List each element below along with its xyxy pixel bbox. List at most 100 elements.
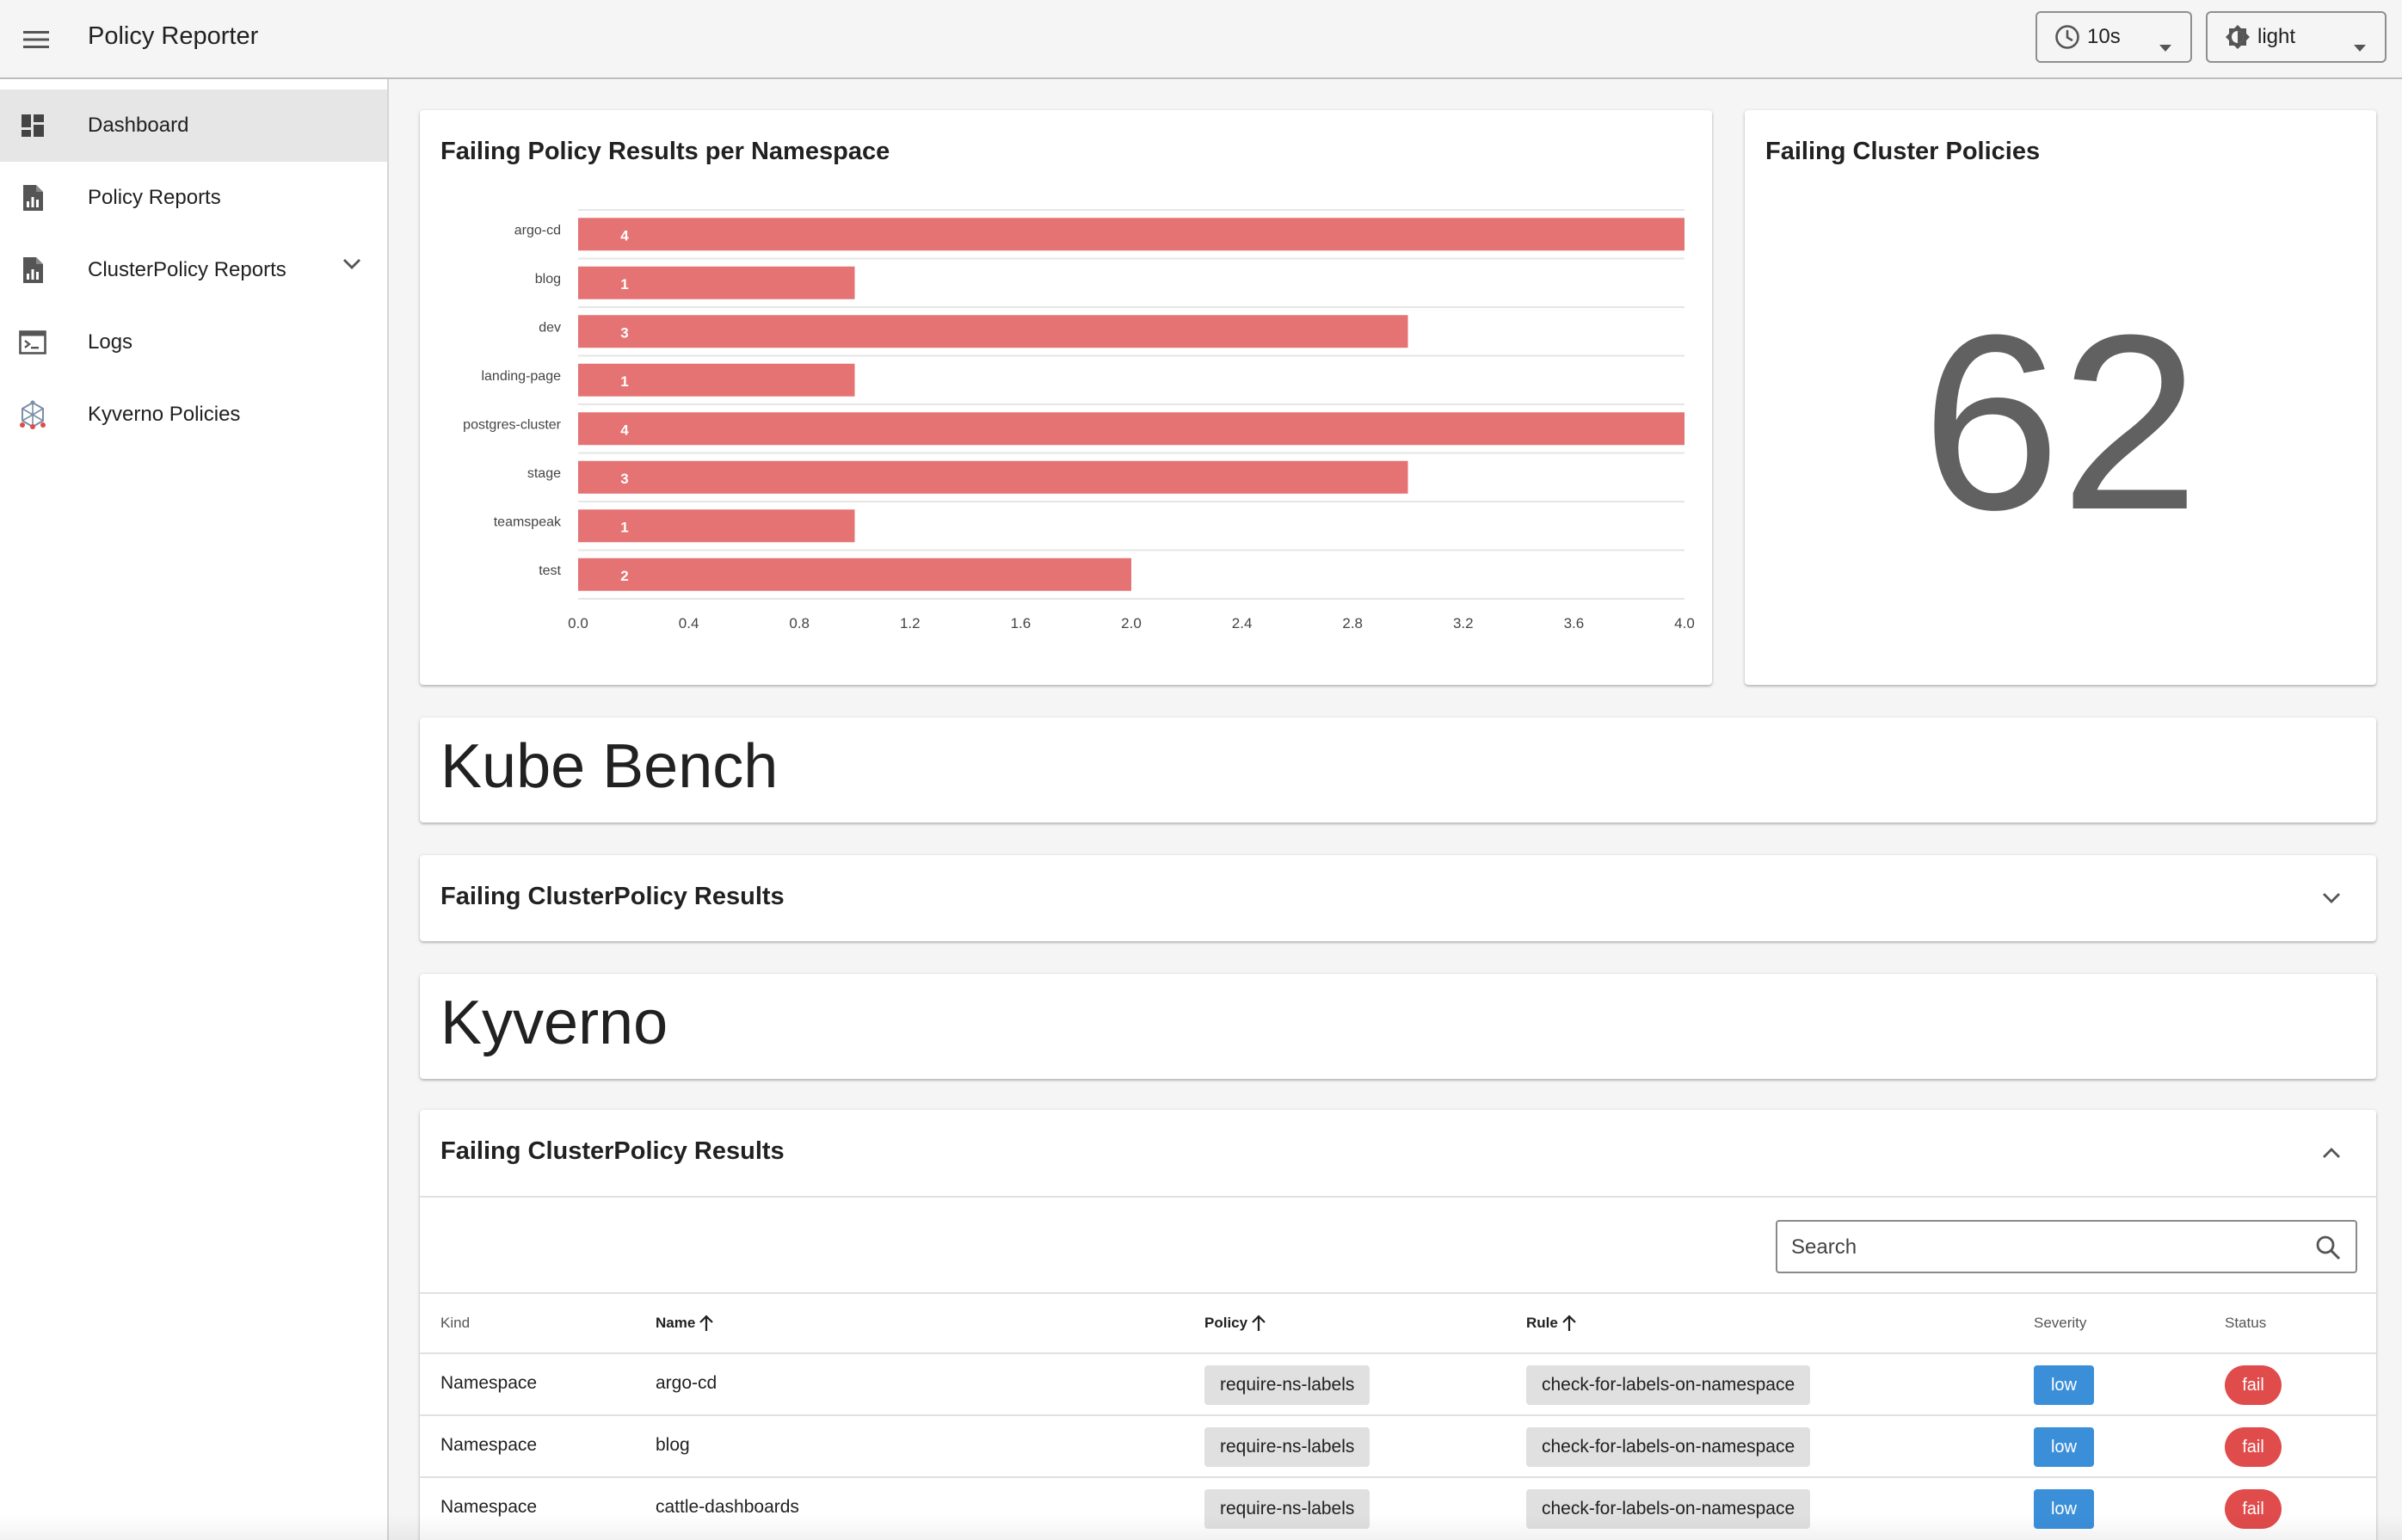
sidebar-item-policy-reports[interactable]: Policy Reports [0, 162, 387, 234]
table-row[interactable]: Namespace argo-cd require-ns-labels chec… [420, 1354, 2376, 1416]
chart-category-label: postgres-cluster [463, 417, 561, 432]
chart-x-tick-label: 3.6 [1564, 615, 1585, 631]
chart-bar [578, 509, 855, 543]
row-kind: Namespace [440, 1435, 538, 1455]
hamburger-icon [23, 31, 49, 48]
chart-bar [578, 315, 1408, 348]
sidebar-item-label: Dashboard [88, 114, 189, 137]
chevron-up-icon [2323, 1148, 2340, 1158]
chart-data-label: 2 [620, 568, 628, 584]
sidebar-item-label: Logs [88, 330, 133, 354]
chart-category-label: argo-cd [514, 223, 561, 237]
rule-chip: check-for-labels-on-namespace [1526, 1365, 1811, 1405]
refresh-interval-value: 10s [2087, 25, 2121, 48]
sidebar-item-kyverno-policies[interactable]: Kyverno Policies [0, 379, 387, 451]
kyverno-panel-title: Failing ClusterPolicy Results [440, 1137, 785, 1165]
chart-data-label: 1 [620, 373, 628, 390]
refresh-interval-select[interactable]: 10s [2036, 11, 2192, 63]
sidebar: Dashboard Policy Reports ClusterPolicy R [0, 79, 389, 1540]
chevron-down-icon [2323, 893, 2340, 903]
failing-cluster-policies-card: Failing Cluster Policies 62 [1745, 110, 2376, 685]
report-icon [17, 182, 48, 213]
chart-category-label: blog [535, 272, 561, 286]
theme-value: light [2257, 25, 2296, 48]
app-title: Policy Reporter [88, 22, 259, 50]
brightness-icon [2223, 22, 2252, 52]
column-policy[interactable]: Policy [1204, 1315, 1266, 1332]
chart-data-label: 4 [620, 227, 629, 243]
chart-x-tick-label: 0.4 [679, 615, 699, 631]
chart-bar [578, 412, 1684, 446]
kube-bench-section-header: Kube Bench [420, 718, 2376, 822]
sidebar-item-label: Policy Reports [88, 186, 221, 209]
chart-x-tick-label: 2.8 [1342, 615, 1363, 631]
panel-divider [420, 1196, 2376, 1198]
chart-x-tick-label: 0.0 [568, 615, 588, 631]
chart-category-label: stage [527, 466, 561, 481]
theme-select[interactable]: light [2206, 11, 2387, 63]
status-badge: fail [2225, 1427, 2282, 1467]
rule-chip: check-for-labels-on-namespace [1526, 1427, 1811, 1467]
collapse-panel-button[interactable] [2311, 1132, 2352, 1173]
chart-bar [578, 363, 855, 397]
chart-x-tick-label: 1.2 [900, 615, 921, 631]
row-name: blog [656, 1435, 690, 1455]
chart-category-label: dev [539, 320, 561, 335]
kyverno-icon [17, 399, 48, 430]
column-name[interactable]: Name [656, 1315, 714, 1332]
namespace-chart-card: Failing Policy Results per Namespace 4 ar… [420, 110, 1712, 685]
chart-category-label: landing-page [481, 369, 561, 384]
dashboard-icon [17, 110, 48, 141]
report-icon [17, 255, 48, 286]
sidebar-item-label: Kyverno Policies [88, 403, 241, 426]
policy-chip: require-ns-labels [1204, 1427, 1370, 1467]
sidebar-item-dashboard[interactable]: Dashboard [0, 89, 387, 162]
sort-arrow-up-icon [699, 1315, 714, 1331]
sidebar-item-label: ClusterPolicy Reports [88, 258, 286, 281]
kube-bench-results-panel[interactable]: Failing ClusterPolicy Results [420, 855, 2376, 941]
table-row[interactable]: Namespace blog require-ns-labels check-f… [420, 1416, 2376, 1478]
menu-button[interactable] [15, 19, 57, 60]
row-name: argo-cd [656, 1373, 718, 1393]
column-status: Status [2225, 1315, 2267, 1331]
chart-category-label: test [539, 564, 561, 578]
failing-cluster-policies-title: Failing Cluster Policies [1765, 138, 2041, 165]
failing-cluster-policies-count: 62 [1921, 283, 2200, 562]
sort-arrow-up-icon [1252, 1315, 1266, 1331]
app-bar: Policy Reporter 10s light [0, 0, 2402, 79]
status-badge: fail [2225, 1365, 2282, 1405]
kube-bench-title: Kube Bench [440, 732, 779, 801]
chart-bar [578, 460, 1408, 494]
chart-x-tick-label: 3.2 [1453, 615, 1474, 631]
expand-panel-button[interactable] [2311, 878, 2352, 919]
caret-down-icon [2354, 34, 2366, 58]
chevron-down-icon[interactable] [342, 258, 361, 274]
column-kind: Kind [440, 1315, 471, 1331]
chart-data-label: 3 [620, 471, 628, 487]
caret-down-icon [2159, 34, 2171, 58]
sort-arrow-up-icon [1562, 1315, 1576, 1331]
kyverno-section-header: Kyverno [420, 974, 2376, 1079]
column-rule[interactable]: Rule [1526, 1315, 1577, 1332]
chart-x-tick-label: 1.6 [1011, 615, 1032, 631]
search-input[interactable] [1791, 1230, 2290, 1265]
clock-icon [2053, 22, 2082, 52]
results-table-header: Kind Name Policy Rule Severity Status [420, 1292, 2376, 1354]
chart-data-label: 3 [620, 324, 628, 341]
chart-bar [578, 218, 1684, 251]
sidebar-item-logs[interactable]: Logs [0, 306, 387, 379]
policy-chip: require-ns-labels [1204, 1365, 1370, 1405]
chart-x-tick-label: 2.0 [1121, 615, 1142, 631]
severity-badge: low [2034, 1365, 2094, 1405]
search-icon[interactable] [2314, 1234, 2342, 1261]
column-severity: Severity [2034, 1315, 2087, 1331]
namespace-bar-chart: 4 argo-cd 1 blog 3 dev 1 landing-page 4 postgres-… [463, 209, 1695, 631]
chart-data-label: 1 [620, 519, 628, 535]
sidebar-item-clusterpolicy-reports[interactable]: ClusterPolicy Reports [0, 234, 387, 306]
kyverno-title: Kyverno [440, 989, 668, 1057]
chart-data-label: 4 [620, 422, 629, 438]
row-kind: Namespace [440, 1373, 538, 1393]
search-field[interactable] [1776, 1220, 2357, 1273]
chart-category-label: teamspeak [494, 514, 562, 529]
chart-x-tick-label: 4.0 [1674, 615, 1695, 631]
